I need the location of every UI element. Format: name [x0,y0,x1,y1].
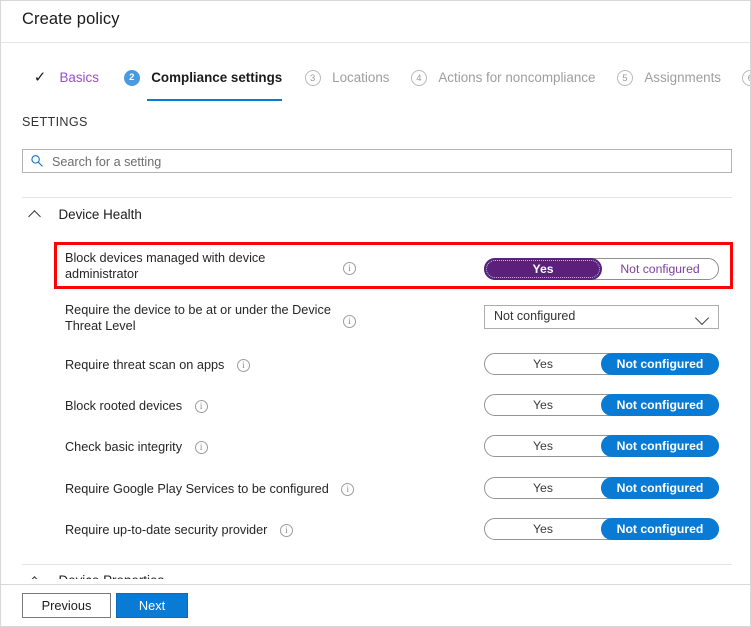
info-icon[interactable] [194,400,208,414]
info-icon[interactable] [236,359,250,373]
wizard-step-actions-for-noncompliance[interactable]: 4 Actions for noncompliance [410,67,596,101]
dialog-titlebar: Create policy [1,1,750,43]
section-divider-top [22,197,732,198]
toggle-option-yes[interactable]: Yes [484,353,602,375]
wizard-step-label: Locations [332,70,390,85]
toggle-option-not-configured[interactable]: Not configured [601,477,719,499]
step-number-badge: 3 [304,70,321,86]
toggle-option-yes[interactable]: Yes [484,258,602,280]
settings-heading: SETTINGS [22,115,88,129]
page-title: Create policy [22,10,120,28]
dialog-footer: Previous Next [1,584,750,626]
toggle-block-rooted-devices[interactable]: Yes Not configured [484,394,719,416]
setting-label: Check basic integrity [65,439,208,455]
toggle-option-not-configured[interactable]: Not configured [601,258,719,280]
toggle-block-device-admin[interactable]: Yes Not configured [484,258,719,280]
toggle-option-yes[interactable]: Yes [484,394,602,416]
dropdown-device-threat-level[interactable]: Not configured [484,305,719,329]
info-icon[interactable] [343,315,356,328]
step-number-badge: 2 [123,70,140,86]
toggle-google-play-services[interactable]: Yes Not configured [484,477,719,499]
section-header-device-health[interactable]: Device Health [29,206,142,226]
toggle-check-basic-integrity[interactable]: Yes Not configured [484,435,719,457]
setting-label: Block rooted devices [65,398,208,414]
setting-label: Require Google Play Services to be confi… [65,481,355,497]
wizard-step-locations[interactable]: 3 Locations [304,67,390,101]
setting-label: Require the device to be at or under the… [65,303,331,333]
wizard-step-review[interactable]: 6 Review [742,67,750,101]
active-step-underline [146,98,283,101]
toggle-security-provider[interactable]: Yes Not configured [484,518,719,540]
next-button[interactable]: Next [116,593,188,618]
wizard-step-label: Assignments [644,70,721,85]
toggle-option-yes[interactable]: Yes [484,435,602,457]
toggle-option-not-configured[interactable]: Not configured [601,353,719,375]
search-input[interactable] [50,150,727,174]
dropdown-selected-value: Not configured [494,309,576,323]
toggle-option-yes[interactable]: Yes [484,518,602,540]
toggle-threat-scan-on-apps[interactable]: Yes Not configured [484,353,719,375]
section-divider-bottom [22,564,732,565]
check-icon: ✓ [33,69,47,86]
step-number-badge: 4 [410,70,427,86]
section-title: Device Health [58,207,142,223]
wizard-step-label: Actions for noncompliance [438,70,596,85]
wizard-step-basics[interactable]: ✓ Basics [32,67,99,101]
wizard-step-assignments[interactable]: 5 Assignments [616,67,721,101]
wizard-step-bar: ✓ Basics 2 Compliance settings 3 Locatio… [1,67,750,107]
toggle-option-yes[interactable]: Yes [484,477,602,499]
wizard-step-label: Basics [59,70,99,85]
step-number-badge: 6 [742,70,750,86]
info-icon[interactable] [341,483,355,497]
chevron-down-icon [694,310,710,326]
step-number-badge: 5 [616,70,633,86]
toggle-option-not-configured[interactable]: Not configured [601,518,719,540]
setting-label: Require up-to-date security provider [65,522,293,538]
toggle-option-not-configured[interactable]: Not configured [601,394,719,416]
search-setting-box[interactable] [22,149,732,174]
create-policy-dialog: Create policy ✓ Basics 2 Compliance sett… [0,0,751,627]
info-icon[interactable] [279,524,293,538]
search-icon [30,154,44,173]
info-icon[interactable] [194,441,208,455]
info-icon[interactable] [343,262,356,275]
previous-button[interactable]: Previous [22,593,111,618]
chevron-up-icon [29,208,42,221]
wizard-step-label: Compliance settings [151,70,283,85]
toggle-option-not-configured[interactable]: Not configured [601,435,719,457]
wizard-step-compliance-settings[interactable]: 2 Compliance settings [123,67,283,101]
setting-label: Block devices managed with device admini… [65,251,266,281]
setting-label: Require threat scan on apps [65,357,250,373]
